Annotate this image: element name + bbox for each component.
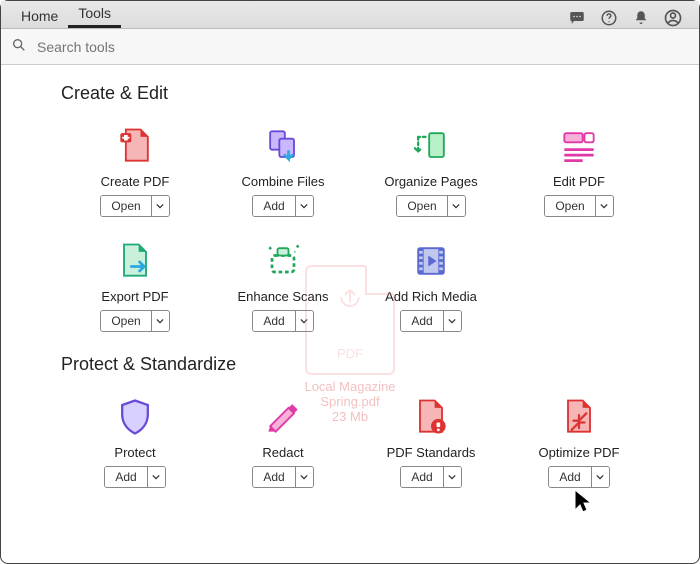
dropdown-arrow[interactable] xyxy=(591,467,609,487)
add-button[interactable]: Add xyxy=(401,467,442,487)
search-input[interactable] xyxy=(35,38,335,56)
tool-rich-media[interactable]: Add Rich Media Add xyxy=(357,235,505,332)
create-edit-grid: Create PDF Open Combine Files Add Organi… xyxy=(61,116,679,346)
bell-icon[interactable] xyxy=(631,8,651,28)
tool-label: Optimize PDF xyxy=(539,445,620,460)
tool-pdf-standards[interactable]: PDF Standards Add xyxy=(357,391,505,488)
add-button[interactable]: Add xyxy=(253,467,294,487)
dropdown-arrow[interactable] xyxy=(295,311,313,331)
tool-label: Redact xyxy=(262,445,303,460)
search-bar xyxy=(1,29,699,65)
redact-icon xyxy=(261,391,305,443)
tool-create-pdf[interactable]: Create PDF Open xyxy=(61,120,209,217)
organize-pages-icon xyxy=(409,120,453,172)
enhance-scans-icon xyxy=(261,235,305,287)
tool-label: Combine Files xyxy=(241,174,324,189)
dropdown-arrow[interactable] xyxy=(151,196,169,216)
combine-files-icon xyxy=(261,120,305,172)
protect-grid: Protect Add Redact Add PDF Standards xyxy=(61,387,679,502)
tool-redact[interactable]: Redact Add xyxy=(209,391,357,488)
dropdown-arrow[interactable] xyxy=(295,196,313,216)
search-icon xyxy=(11,37,27,56)
add-button[interactable]: Add xyxy=(105,467,146,487)
add-button[interactable]: Add xyxy=(253,311,294,331)
tool-edit-pdf[interactable]: Edit PDF Open xyxy=(505,120,653,217)
help-icon[interactable] xyxy=(599,8,619,28)
section-title-protect: Protect & Standardize xyxy=(61,354,679,375)
tool-protect[interactable]: Protect Add xyxy=(61,391,209,488)
open-button[interactable]: Open xyxy=(397,196,446,216)
tool-optimize-pdf[interactable]: Optimize PDF Add xyxy=(505,391,653,488)
dropdown-arrow[interactable] xyxy=(147,467,165,487)
tool-label: Organize Pages xyxy=(384,174,477,189)
add-button[interactable]: Add xyxy=(549,467,590,487)
optimize-pdf-icon xyxy=(557,391,601,443)
dropdown-arrow[interactable] xyxy=(151,311,169,331)
tool-label: PDF Standards xyxy=(387,445,476,460)
tool-label: Edit PDF xyxy=(553,174,605,189)
open-button[interactable]: Open xyxy=(101,196,150,216)
edit-pdf-icon xyxy=(557,120,601,172)
add-button[interactable]: Add xyxy=(253,196,294,216)
tool-enhance-scans[interactable]: Enhance Scans Add xyxy=(209,235,357,332)
open-button[interactable]: Open xyxy=(101,311,150,331)
add-button[interactable]: Add xyxy=(401,311,442,331)
section-title-create-edit: Create & Edit xyxy=(61,83,679,104)
top-tab-bar: Home Tools xyxy=(1,1,699,29)
tool-label: Enhance Scans xyxy=(237,289,328,304)
dropdown-arrow[interactable] xyxy=(295,467,313,487)
tools-panel: Create & Edit Create PDF Open Combine Fi… xyxy=(1,65,699,563)
tab-home[interactable]: Home xyxy=(11,3,68,28)
dropdown-arrow[interactable] xyxy=(443,467,461,487)
tool-organize-pages[interactable]: Organize Pages Open xyxy=(357,120,505,217)
tool-label: Protect xyxy=(114,445,155,460)
tool-label: Create PDF xyxy=(101,174,170,189)
tool-label: Export PDF xyxy=(101,289,168,304)
protect-icon xyxy=(113,391,157,443)
comment-icon[interactable] xyxy=(567,8,587,28)
tool-label: Add Rich Media xyxy=(385,289,477,304)
profile-icon[interactable] xyxy=(663,8,683,28)
create-pdf-icon xyxy=(113,120,157,172)
tool-export-pdf[interactable]: Export PDF Open xyxy=(61,235,209,332)
dropdown-arrow[interactable] xyxy=(595,196,613,216)
open-button[interactable]: Open xyxy=(545,196,594,216)
tab-tools[interactable]: Tools xyxy=(68,0,121,28)
rich-media-icon xyxy=(409,235,453,287)
dropdown-arrow[interactable] xyxy=(443,311,461,331)
export-pdf-icon xyxy=(113,235,157,287)
dropdown-arrow[interactable] xyxy=(447,196,465,216)
tool-combine-files[interactable]: Combine Files Add xyxy=(209,120,357,217)
pdf-standards-icon xyxy=(409,391,453,443)
